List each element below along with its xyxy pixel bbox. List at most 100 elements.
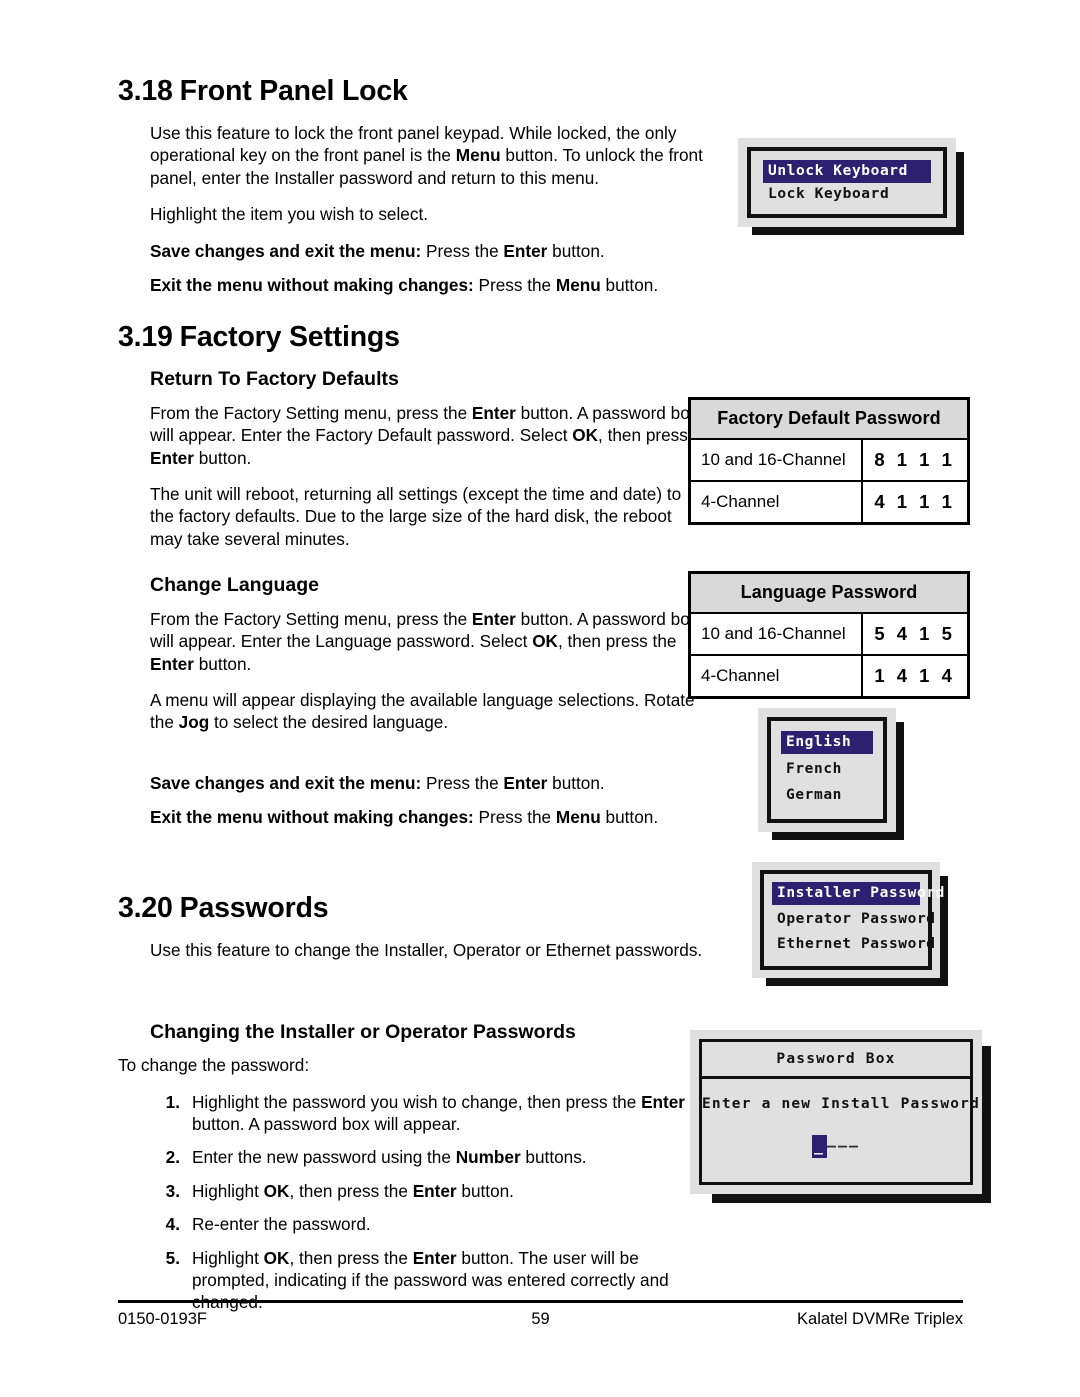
rd-p1-a: From the Factory Setting menu, press the <box>150 402 472 423</box>
change-language-paragraph-1: From the Factory Setting menu, press the… <box>118 608 718 675</box>
passwords-intro: Use this feature to change the Installer… <box>150 939 703 960</box>
step-1-c: button. A password box will appear. <box>192 1114 461 1135</box>
step-3-bold-enter: Enter <box>412 1180 457 1201</box>
section-title-text: Passwords <box>179 891 329 924</box>
step-1-a: Highlight the password you wish to chang… <box>192 1091 642 1112</box>
section-number: 3.18 <box>118 75 173 107</box>
language-selection-menu-screenshot: English French German <box>758 708 904 840</box>
cl-exit-lead: Exit the menu without making changes: <box>150 807 474 828</box>
page-footer: 0150-0193F 59 Kalatel DVMRe Triplex <box>118 1300 963 1329</box>
table-row: 4-Channel 1 4 1 4 <box>691 654 967 696</box>
rd-p1-bold-enter-2: Enter <box>150 447 194 468</box>
cl-save-lead: Save changes and exit the menu: <box>150 772 422 793</box>
list-item: 3. Highlight OK, then press the Enter bu… <box>154 1180 718 1202</box>
step-marker: 2. <box>165 1147 180 1168</box>
fpl-p1-bold-menu: Menu <box>455 145 501 166</box>
menu-item-french[interactable]: French <box>781 758 873 781</box>
menu-inner-panel: English French German <box>767 717 887 823</box>
menu-outer-bezel: English French German <box>758 708 896 832</box>
section-heading-passwords: 3.20 Passwords <box>118 891 718 925</box>
dialog-title: Password Box <box>702 1042 970 1079</box>
fpl-exit-bold-menu: Menu <box>555 275 601 296</box>
return-defaults-paragraph-1: From the Factory Setting menu, press the… <box>118 402 718 469</box>
fdp-row-2-code: 4 1 1 1 <box>860 480 967 522</box>
rd-p1-g: button. <box>193 447 252 468</box>
section-heading-front-panel-lock: 3.18 Front Panel Lock <box>118 75 718 108</box>
lp-row-1-code: 5 4 1 5 <box>860 612 967 655</box>
to-change-the-password-line: To change the password: <box>118 1055 310 1076</box>
menu-item-english[interactable]: English <box>781 731 873 754</box>
keyboard-lock-menu-screenshot: Unlock Keyboard Lock Keyboard <box>738 138 964 235</box>
cl-exit-a: Press the <box>473 807 556 828</box>
text-column: 3.18 Front Panel Lock Use this feature to… <box>118 75 718 1325</box>
fpl-exit-a: Press the <box>473 275 556 296</box>
fdp-row-1-label: 10 and 16-Channel <box>691 438 862 481</box>
list-item: 1. Highlight the password you wish to ch… <box>154 1091 718 1136</box>
dialog-outer-bezel: Password Box Enter a new Install Passwor… <box>690 1030 982 1194</box>
step-marker: 3. <box>165 1180 180 1201</box>
step-marker: 4. <box>165 1214 180 1235</box>
table-row: 4-Channel 4 1 1 1 <box>691 480 967 522</box>
text-cursor: _ <box>811 1135 827 1158</box>
cl-p1-g: button. <box>193 653 252 674</box>
passwords-menu-screenshot: Installer Password Operator Password Eth… <box>752 862 948 986</box>
rd-p1-bold-ok: OK <box>572 425 599 446</box>
cl-p1-e: , then press the <box>557 631 677 652</box>
cl-exit-c: button. <box>600 807 659 828</box>
rd-p1-bold-enter: Enter <box>471 402 516 423</box>
cl-save-c: button. <box>547 772 605 793</box>
cl-p1-bold-enter-2: Enter <box>150 653 194 674</box>
table-header-factory-default-password: Factory Default Password <box>691 400 967 440</box>
menu-item-ethernet-password[interactable]: Ethernet Password <box>772 933 935 956</box>
menu-item-installer-password[interactable]: Installer Password <box>772 882 944 905</box>
menu-inner-panel: Unlock Keyboard Lock Keyboard <box>747 147 947 218</box>
dialog-frame: Password Box Enter a new Install Passwor… <box>699 1039 979 1185</box>
step-3-e: button. <box>456 1180 514 1201</box>
menu-outer-bezel: Unlock Keyboard Lock Keyboard <box>738 138 956 227</box>
lp-row-2-code: 1 4 1 4 <box>860 654 967 696</box>
step-5-a: Highlight <box>192 1247 264 1268</box>
password-entry-field[interactable]: _ ––– <box>811 1135 861 1158</box>
step-3-a: Highlight <box>192 1180 264 1201</box>
cl-save-a: Press the <box>421 772 504 793</box>
menu-item-unlock-keyboard[interactable]: Unlock Keyboard <box>763 160 931 183</box>
menu-item-operator-password[interactable]: Operator Password <box>772 908 935 931</box>
factory-default-password-table: Factory Default Password 10 and 16-Chann… <box>688 397 970 525</box>
front-panel-lock-paragraph-2: Highlight the item you wish to select. <box>150 204 428 225</box>
step-3-c: , then press the <box>289 1180 413 1201</box>
step-2-c: buttons. <box>520 1147 587 1168</box>
fpl-exit-c: button. <box>600 275 659 296</box>
step-4-a: Re-enter the password. <box>192 1214 371 1235</box>
password-change-steps: 1. Highlight the password you wish to ch… <box>118 1091 718 1314</box>
step-5-c: , then press the <box>289 1247 413 1268</box>
fpl-save-a: Press the <box>421 240 504 261</box>
fpl-save-c: button. <box>547 240 605 261</box>
menu-item-german[interactable]: German <box>781 784 873 807</box>
cl-p1-a: From the Factory Setting menu, press the <box>150 608 472 629</box>
menu-item-lock-keyboard[interactable]: Lock Keyboard <box>763 183 931 206</box>
password-remaining-placeholder: ––– <box>826 1137 861 1155</box>
change-language-exit-line: Exit the menu without making changes: Pr… <box>118 806 718 828</box>
document-page: 3.18 Front Panel Lock Use this feature to… <box>0 0 1080 1397</box>
front-panel-lock-exit-line: Exit the menu without making changes: Pr… <box>118 274 718 296</box>
section-heading-factory-settings: 3.19 Factory Settings <box>118 321 718 354</box>
cl-p2-c: to select the desired language. <box>209 712 449 733</box>
fpl-save-bold-enter: Enter <box>503 240 548 261</box>
subheading-change-language: Change Language <box>150 574 320 597</box>
fpl-exit-lead: Exit the menu without making changes: <box>150 275 474 296</box>
cl-exit-bold-menu: Menu <box>555 807 601 828</box>
lp-row-2-label: 4-Channel <box>691 654 862 696</box>
step-5-bold-enter: Enter <box>412 1247 457 1268</box>
table-row: 10 and 16-Channel 8 1 1 1 <box>691 438 967 481</box>
table-header-language-password: Language Password <box>691 574 967 614</box>
section-number: 3.20 <box>118 891 173 924</box>
section-title-text: Front Panel Lock <box>179 75 408 107</box>
step-marker: 5. <box>165 1247 180 1268</box>
step-3-bold-ok: OK <box>263 1180 290 1201</box>
menu-inner-panel: Installer Password Operator Password Eth… <box>760 870 944 970</box>
menu-outer-bezel: Installer Password Operator Password Eth… <box>752 862 944 978</box>
section-title-text: Factory Settings <box>179 321 400 354</box>
front-panel-lock-paragraph-1: Use this feature to lock the front panel… <box>118 122 718 189</box>
step-1-bold-enter: Enter <box>641 1091 685 1112</box>
language-password-table: Language Password 10 and 16-Channel 5 4 … <box>688 571 970 699</box>
